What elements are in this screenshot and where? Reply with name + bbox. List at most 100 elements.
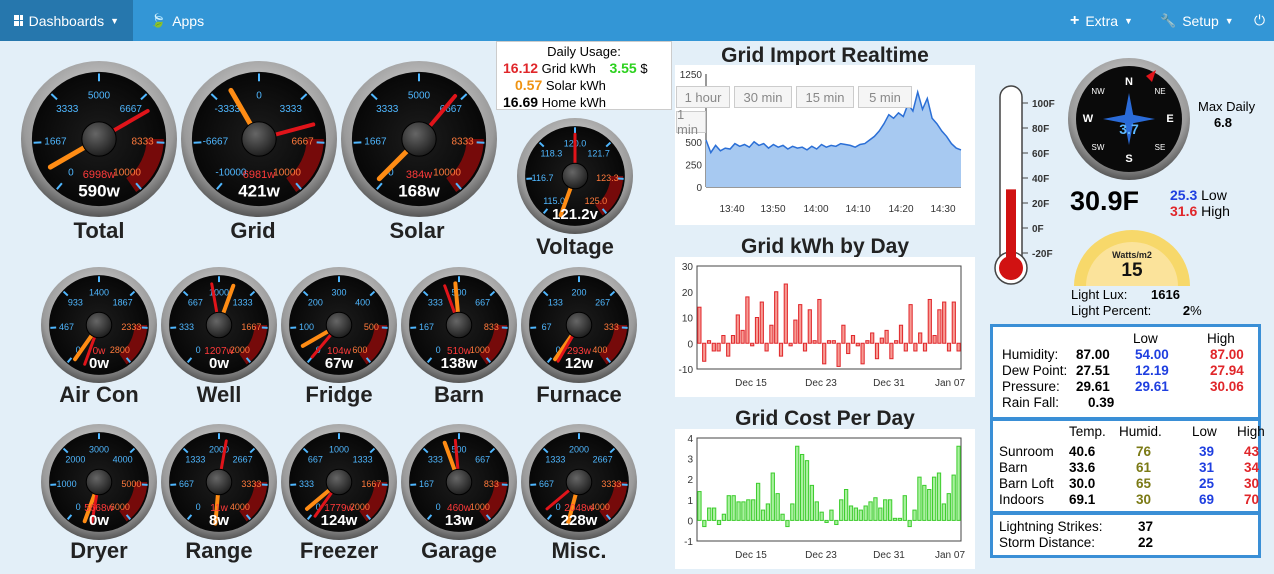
range-button[interactable]: 5 min: [858, 86, 912, 108]
kwh_by_day-bar: [870, 332, 875, 344]
cost_per_day-y-tick-label: 4: [687, 434, 693, 445]
temp-high-value: 31.6: [1170, 203, 1198, 219]
gauge-tick-label: 5000: [88, 90, 111, 101]
gauge-tick-label: 1667: [44, 137, 67, 148]
gauge-tick-label: 6667: [291, 137, 314, 148]
range-button[interactable]: 1 hour: [676, 86, 730, 108]
temp-low-row: 25.3 Low: [1170, 187, 1227, 203]
room-high: 70: [1244, 492, 1260, 507]
light-percent-value: 2: [1182, 303, 1191, 318]
kwh_by_day-bar: [702, 342, 707, 362]
rt-x-tick-label: 14:10: [845, 204, 870, 215]
cost_per_day-bar: [741, 501, 746, 521]
gauge-garage: 01673335006678331000460w13w: [401, 424, 517, 540]
extra-menu[interactable]: + Extra ▼: [1056, 0, 1147, 41]
gauge-label-grid: Grid: [230, 218, 276, 243]
kwh_by_day-bar: [716, 342, 721, 352]
gauge-misc: 0667133320002667333340002048w228w: [521, 424, 637, 540]
gauge-tick-label: 833: [484, 479, 499, 489]
home-kwh-value: 16.69: [503, 94, 539, 110]
gauge-tick-label: 3333: [601, 479, 621, 489]
kwh_by_day-bar: [850, 335, 856, 344]
kwh_by_day-bar: [750, 342, 755, 347]
kwh_by_day-bar: [807, 309, 812, 344]
kwh_by_day-x-tick-label: Dec 23: [805, 378, 837, 389]
kwh_by_day-bar: [745, 296, 750, 344]
rt-x-tick-label: 14:20: [888, 204, 913, 215]
cost_per_day-bar: [848, 505, 854, 521]
cost_per_day-bar: [765, 503, 771, 521]
gauge-hub: [445, 468, 473, 496]
max-daily-label: Max Daily: [1198, 99, 1256, 114]
kwh_by_day-y-tick-label: 0: [687, 339, 693, 350]
thermo-tick-label: 40F: [1032, 174, 1049, 185]
current-temp: 30.9F: [1070, 186, 1140, 216]
gauge-tick-label: 1333: [233, 298, 253, 308]
light-percent-row: Light Percent: 2%: [1071, 303, 1202, 318]
power-button[interactable]: ⏻: [1240, 0, 1274, 41]
cost_per_day-bar: [814, 501, 819, 521]
compass-dir-label: W: [1083, 113, 1094, 125]
gauge-tick-label: 1667: [241, 322, 261, 332]
weather-stats-box: Low High Humidity: 87.00 54.00 87.00 Dew Poi…: [990, 324, 1261, 420]
kwh_by_day-bar: [898, 324, 904, 344]
kwh_by_day-bar: [740, 329, 745, 344]
cost_per_day-bar: [711, 507, 717, 521]
gauge-tick-label: 0: [76, 502, 81, 512]
room-humidity: 61: [1136, 460, 1152, 475]
cost_per_day-bar: [912, 509, 917, 521]
rooms-header: Temp.: [1069, 424, 1106, 439]
kwh-chart: 30 20 10 0 -10 Dec 15 Dec 23 Dec 31 Jan 07: [679, 262, 966, 389]
gauge-reading: 421w: [238, 182, 280, 201]
rooms-header: Low: [1192, 424, 1217, 439]
cost_per_day-bar: [707, 507, 712, 521]
solar-kwh-row: 0.57 Solar kWh: [503, 77, 665, 94]
kwh_by_day-bar: [721, 335, 726, 344]
kwh_by_day-bar: [783, 283, 788, 344]
gauge-tick-label: 1667: [364, 137, 387, 148]
setup-menu[interactable]: 🔧 Setup ▼: [1146, 0, 1248, 41]
light-percent-unit: %: [1190, 303, 1202, 318]
gauge-tick-label: 0: [556, 502, 561, 512]
gauge-tick-label: 3333: [56, 104, 79, 115]
chevron-down-icon: ▼: [1224, 15, 1234, 26]
range-button[interactable]: 30 min: [734, 86, 792, 108]
thermo-mercury: [1006, 189, 1016, 266]
gauge-tick-label: 1333: [545, 455, 565, 465]
cost_per_day-bar: [843, 489, 849, 521]
gauge-range: 06671333200026673333400011w8w: [161, 424, 277, 540]
temp-high-row: 31.6 High: [1170, 203, 1230, 219]
gauge-tick-label: 933: [68, 298, 83, 308]
thermo-tick-label: -20F: [1032, 249, 1053, 260]
cost_per_day-bar: [863, 505, 868, 521]
kwh_by_day-x-tick-label: Jan 07: [935, 378, 965, 389]
gauge-tick-label: 4000: [230, 502, 250, 512]
cost_per_day-y-tick-label: 2: [687, 475, 693, 486]
gauge-peak-value: 6981w: [243, 169, 275, 181]
weather-row-label: Pressure:: [1002, 379, 1060, 394]
gauge-tick-label: 267: [595, 298, 610, 308]
gauge-reading: 0w: [89, 355, 109, 372]
kwh_by_day-bar: [802, 342, 808, 352]
gauge-hub: [85, 311, 113, 339]
gauge-tick-label: 300: [331, 288, 346, 298]
weather-row-low: 29.61: [1135, 379, 1169, 394]
kwh_by_day-bar: [817, 298, 822, 344]
range-button[interactable]: 15 min: [796, 86, 854, 108]
weather-row-high: 30.06: [1210, 379, 1244, 394]
cost_per_day-bar: [697, 491, 702, 521]
range-button[interactable]: 1 min: [676, 107, 706, 137]
gauge-tick-label: 3000: [89, 445, 109, 455]
gauge-tick-label: 333: [428, 455, 443, 465]
gauge-tick-label: 1333: [353, 455, 373, 465]
rt-y-tick-label: 1250: [680, 70, 703, 81]
gauge-tick-label: 3333: [241, 479, 261, 489]
kwh_by_day-bar: [706, 340, 712, 344]
gauge-hub: [565, 468, 593, 496]
kwh_by_day-bar: [778, 342, 784, 357]
gauge-hub: [565, 311, 593, 339]
gauge-tick-label: 400: [592, 345, 607, 355]
kwh_by_day-bar: [822, 342, 827, 365]
gauge-tick-label: 333: [179, 322, 194, 332]
kwh_by_day-bar: [788, 342, 793, 347]
